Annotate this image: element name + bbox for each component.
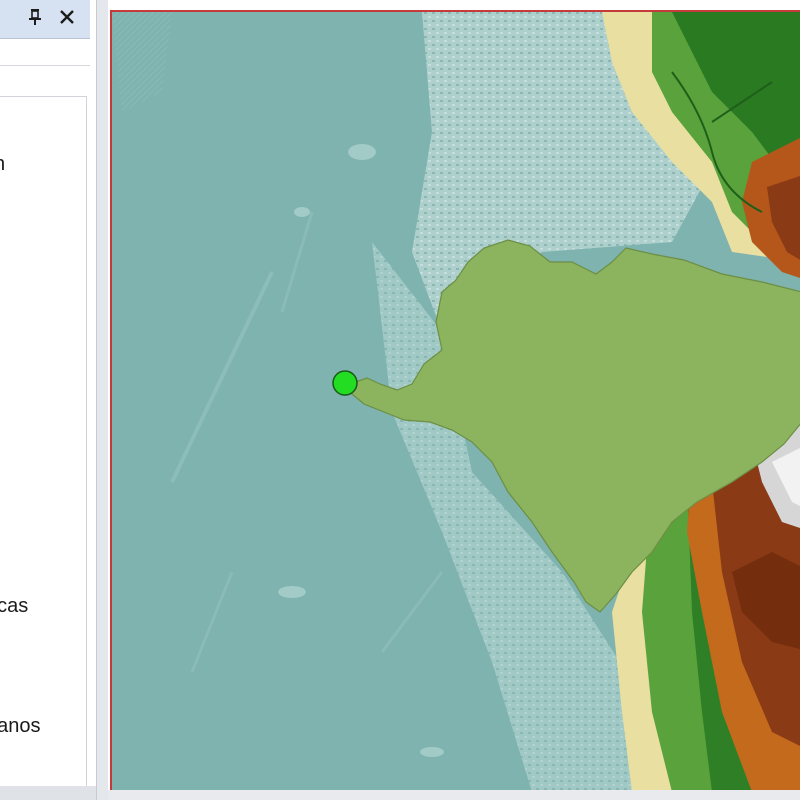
pin-icon xyxy=(29,9,41,25)
close-icon xyxy=(60,10,74,24)
map-view[interactable] xyxy=(108,0,800,800)
app-window: n ricas panos xyxy=(0,0,800,800)
map-canvas[interactable] xyxy=(110,10,800,794)
layer-item-label: ricas xyxy=(0,595,29,617)
layer-item-label: n xyxy=(0,153,4,175)
outlet-point xyxy=(332,370,358,396)
layer-list: n ricas panos xyxy=(0,96,87,787)
map-status-strip xyxy=(108,790,800,800)
layer-item-electricas[interactable]: ricas xyxy=(0,595,28,618)
pane-toolbar xyxy=(0,39,90,66)
layer-item-partial[interactable]: n xyxy=(0,153,4,176)
pane-header xyxy=(0,0,90,39)
pane-scrollbar[interactable] xyxy=(0,786,96,800)
layer-item-urbanos[interactable]: panos xyxy=(0,715,41,738)
layer-item-label: panos xyxy=(0,715,41,737)
close-button[interactable] xyxy=(56,6,78,28)
table-of-contents-pane: n ricas panos xyxy=(0,0,97,800)
pin-button[interactable] xyxy=(24,6,46,28)
map-svg xyxy=(112,12,800,792)
